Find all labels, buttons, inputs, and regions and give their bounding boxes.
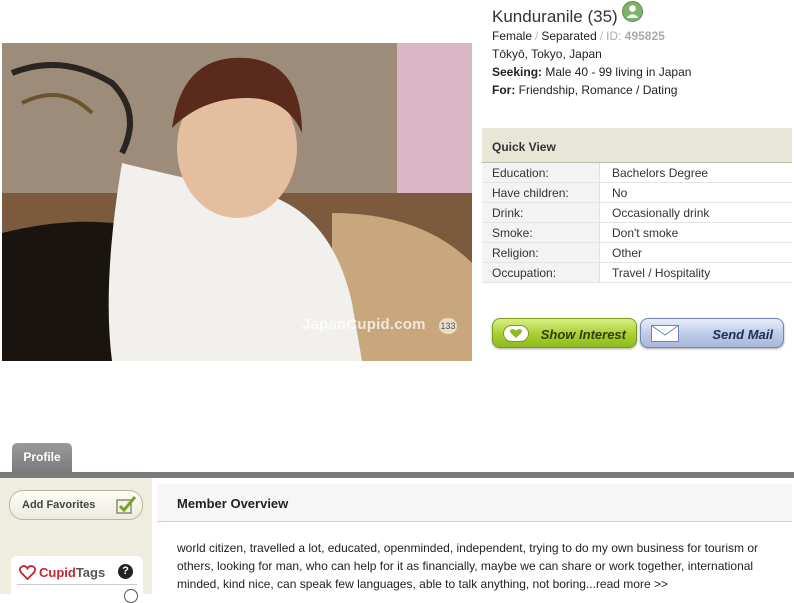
quick-view-key: Education:: [482, 163, 600, 182]
for-label: For:: [492, 83, 516, 97]
send-mail-button[interactable]: Send Mail: [640, 318, 784, 348]
heart-outline-icon: [19, 565, 36, 580]
quick-view-value: Other: [612, 246, 643, 260]
profile-photo[interactable]: JapanCupid.com 133: [2, 43, 472, 361]
profile-id-value: 495825: [624, 29, 665, 43]
read-more-link[interactable]: read more >>: [596, 577, 668, 591]
seeking-value: Male 40 - 99 living in Japan: [545, 65, 692, 79]
photo-count-badge: 133: [439, 318, 457, 334]
envelope-icon: [651, 325, 679, 342]
show-interest-label: Show Interest: [540, 327, 626, 342]
for-value: Friendship, Romance / Dating: [518, 83, 678, 97]
quick-view-key: Drink:: [482, 203, 600, 222]
profile-id-label: ID:: [606, 29, 622, 43]
quick-view-key: Occupation:: [482, 263, 600, 282]
quick-view-title: Quick View: [482, 128, 792, 163]
member-overview-title: Member Overview: [157, 484, 792, 522]
heart-icon: [503, 325, 529, 342]
seeking-label: Seeking:: [492, 65, 543, 79]
cupid-tags-title-cupid: Cupid: [39, 565, 76, 580]
photo-watermark: JapanCupid.com: [302, 316, 426, 333]
quick-view-value: Don't smoke: [612, 226, 679, 240]
help-icon[interactable]: ?: [118, 564, 133, 579]
profile-status: Separated: [541, 29, 597, 43]
separator: /: [599, 29, 604, 43]
quick-view-value: Occasionally drink: [612, 206, 710, 220]
profile-meta: Female / Separated / ID: 495825: [492, 29, 665, 43]
quick-view-row: Occupation: Travel / Hospitality: [482, 263, 792, 283]
quick-view-row: Smoke: Don't smoke: [482, 223, 792, 243]
profile-title: Kunduranile (35): [492, 7, 618, 27]
quick-view-value: Bachelors Degree: [612, 166, 709, 180]
cupid-tags-title-tags: Tags: [75, 565, 106, 580]
tags-divider: [17, 584, 137, 585]
separator: /: [535, 29, 539, 43]
tab-profile[interactable]: Profile: [12, 443, 72, 473]
quick-view-row: Religion: Other: [482, 243, 792, 263]
member-overview-text: world citizen, travelled a lot, educated…: [177, 539, 777, 593]
quick-view-key: Religion:: [482, 243, 600, 262]
quick-view-key: Have children:: [482, 183, 600, 202]
photo-illustration: [2, 43, 472, 361]
cupid-tags-panel: CupidTags ?: [11, 556, 143, 603]
send-mail-label: Send Mail: [712, 327, 773, 342]
profile-gender: Female: [492, 29, 533, 43]
profile-location: Tōkyō, Tokyo, Japan: [492, 47, 602, 61]
cupid-tags-title: CupidTags: [39, 565, 105, 580]
quick-view-row: Have children: No: [482, 183, 792, 203]
quick-view-value: Travel / Hospitality: [612, 266, 711, 280]
profile-age: (35): [587, 7, 618, 26]
show-interest-button[interactable]: Show Interest: [492, 318, 637, 348]
quick-view-panel: Quick View Education: Bachelors Degree H…: [482, 128, 792, 283]
tags-info-icon[interactable]: [124, 589, 138, 603]
quick-view-value: No: [612, 186, 628, 200]
add-favorites-button[interactable]: Add Favorites: [9, 490, 143, 520]
profile-name: Kunduranile: [492, 7, 583, 26]
add-favorites-label: Add Favorites: [22, 499, 96, 511]
profile-seeking: Seeking: Male 40 - 99 living in Japan: [492, 65, 691, 79]
profile-for: For: Friendship, Romance / Dating: [492, 83, 677, 97]
quick-view-row: Education: Bachelors Degree: [482, 163, 792, 183]
online-status-icon: [622, 1, 643, 22]
quick-view-row: Drink: Occasionally drink: [482, 203, 792, 223]
quick-view-key: Smoke:: [482, 223, 600, 242]
checkbox-check-icon: [116, 496, 137, 514]
overview-body: world citizen, travelled a lot, educated…: [177, 541, 758, 591]
